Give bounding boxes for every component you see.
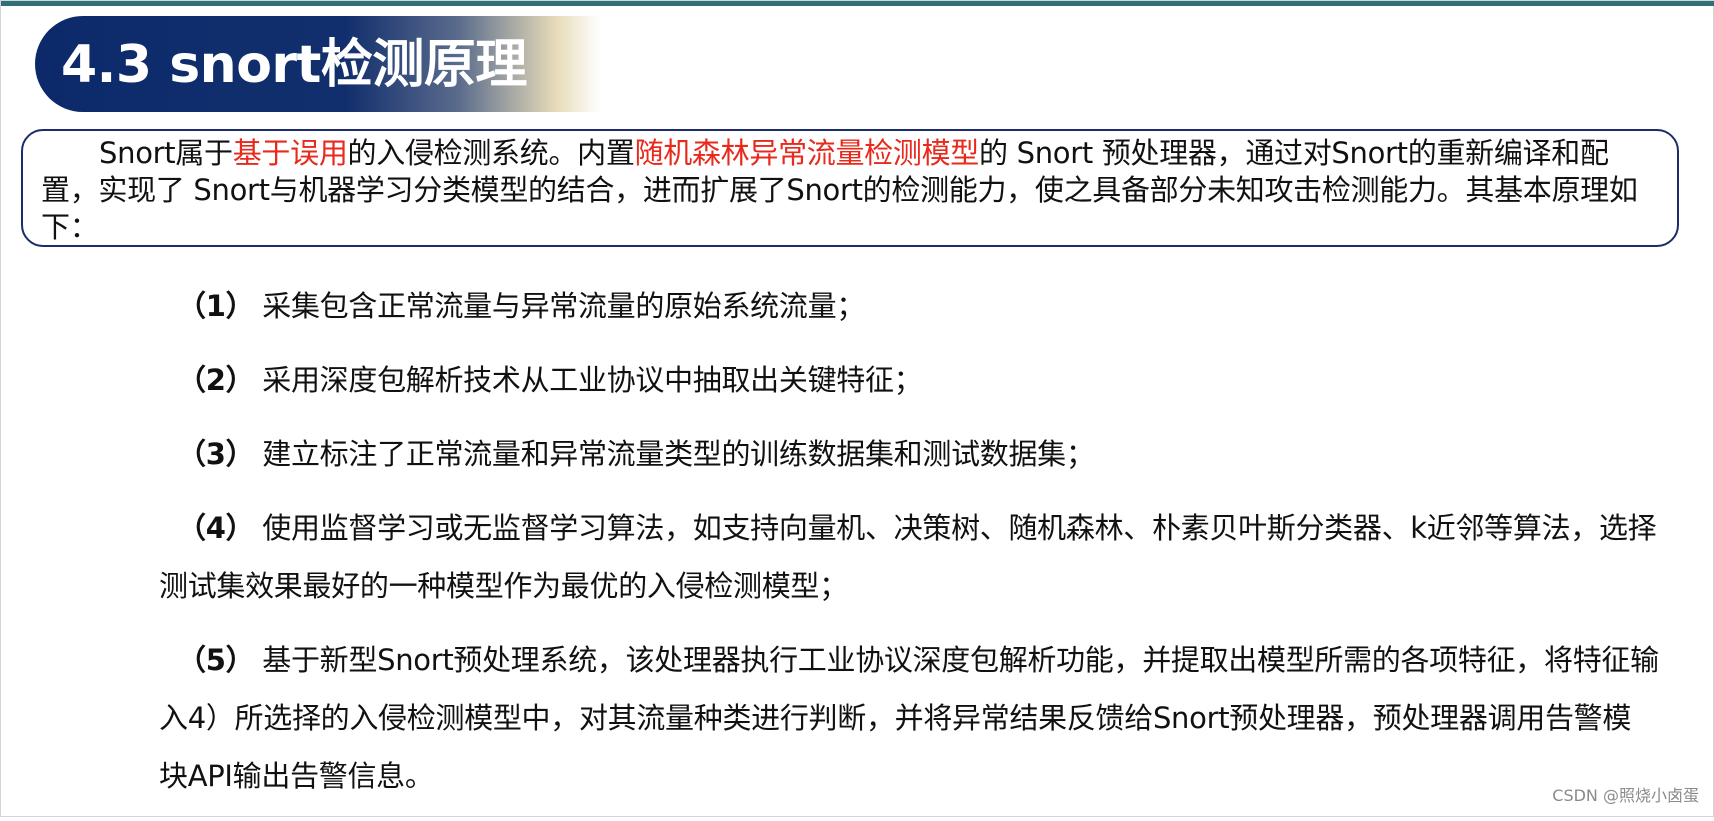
step-text: 使用监督学习或无监督学习算法，如支持向量机、决策树、随机森林、朴素贝叶斯分类器、… [159,511,1657,603]
intro-box: Snort属于基于误用的入侵检测系统。内置随机森林异常流量检测模型的 Snort… [21,129,1679,247]
step-number: （3） [177,437,255,471]
step-text: 建立标注了正常流量和异常流量类型的训练数据集和测试数据集； [262,437,1095,471]
step-number: （4） [177,511,255,545]
step-item: （1） 采集包含正常流量与异常流量的原始系统流量； [159,277,1659,335]
intro-text-2: 的入侵检测系统。内置 [347,136,635,170]
step-item: （3） 建立标注了正常流量和异常流量类型的训练数据集和测试数据集； [159,425,1659,483]
top-rule [1,1,1714,6]
step-item: （2） 采用深度包解析技术从工业协议中抽取出关键特征； [159,351,1659,409]
intro-highlight-2: 随机森林异常流量检测模型 [634,136,980,170]
step-item: （4） 使用监督学习或无监督学习算法，如支持向量机、决策树、随机森林、朴素贝叶斯分… [159,499,1659,615]
step-number: （1） [177,289,255,323]
intro-highlight-1: 基于误用 [232,136,348,170]
page-title: 4.3 snort检测原理 [61,35,527,95]
step-text: 采用深度包解析技术从工业协议中抽取出关键特征； [262,363,923,397]
step-text: 基于新型Snort预处理系统，该处理器执行工业协议深度包解析功能，并提取出模型所… [159,643,1659,793]
intro-text-1: Snort属于 [99,136,233,170]
step-item: （5） 基于新型Snort预处理系统，该处理器执行工业协议深度包解析功能，并提取出… [159,631,1659,805]
intro-paragraph: Snort属于基于误用的入侵检测系统。内置随机森林异常流量检测模型的 Snort… [41,135,1659,246]
slide: 4.3 snort检测原理 Snort属于基于误用的入侵检测系统。内置随机森林异… [0,0,1714,817]
watermark: CSDN @照烧小卤蛋 [1552,786,1699,805]
step-number: （5） [177,643,255,677]
steps-list: （1） 采集包含正常流量与异常流量的原始系统流量； （2） 采用深度包解析技术从工业… [159,277,1659,821]
step-text: 采集包含正常流量与异常流量的原始系统流量； [262,289,865,323]
step-number: （2） [177,363,255,397]
